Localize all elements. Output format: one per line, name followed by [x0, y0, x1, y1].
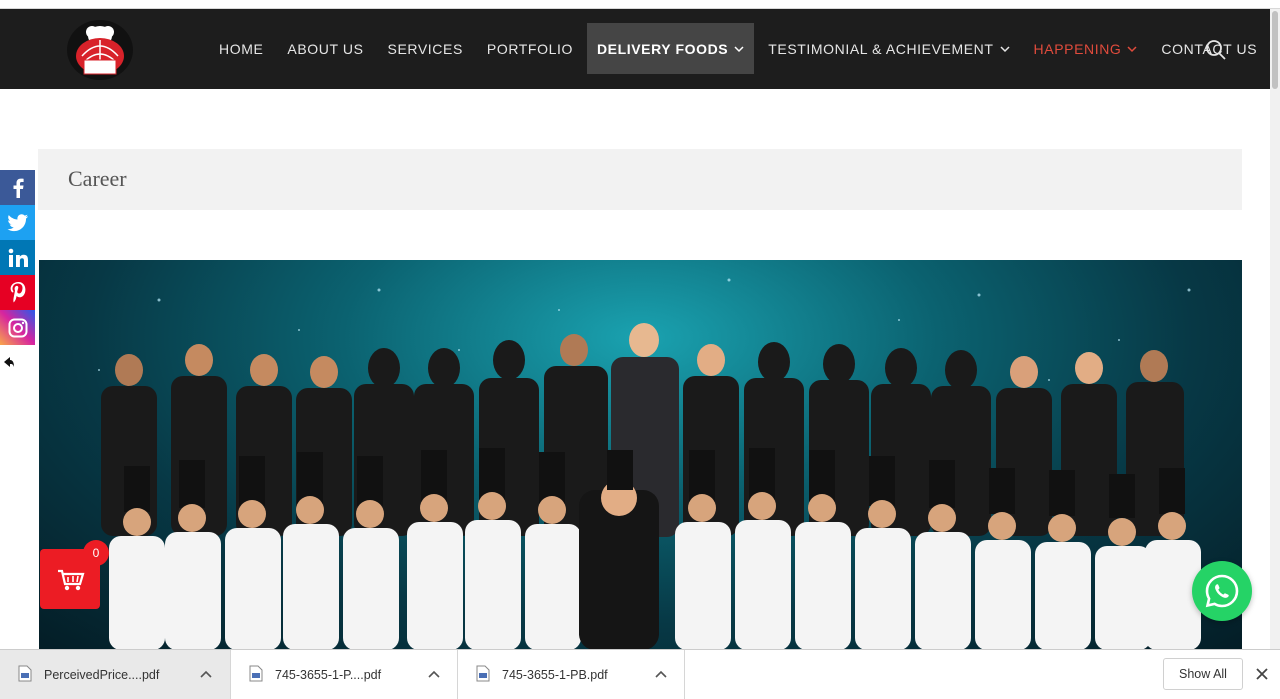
pdf-file-icon	[249, 665, 263, 682]
nav-services[interactable]: SERVICES	[378, 23, 473, 74]
big-onion-logo[interactable]	[62, 16, 138, 84]
chevron-down-icon	[734, 45, 744, 52]
nav-about-us[interactable]: ABOUT US	[277, 23, 373, 74]
search-icon[interactable]	[1204, 38, 1228, 62]
twitter-icon[interactable]	[0, 205, 35, 240]
social-share-bar	[0, 170, 35, 345]
nav-home-label: HOME	[219, 40, 264, 57]
nav-testimonial-label: TESTIMONIAL & ACHIEVEMENT	[768, 40, 994, 57]
chevron-up-icon[interactable]	[655, 669, 667, 679]
whatsapp-icon	[1205, 574, 1239, 608]
pinterest-icon[interactable]	[0, 275, 35, 310]
cart-count-badge: 0	[83, 540, 109, 566]
main-navigation: HOME ABOUT US SERVICES PORTFOLIO DELIVER…	[209, 23, 1271, 74]
facebook-icon[interactable]	[0, 170, 35, 205]
chevron-up-icon[interactable]	[428, 669, 440, 679]
nav-services-label: SERVICES	[387, 40, 463, 57]
chevron-down-icon	[1000, 45, 1010, 52]
pdf-file-icon	[476, 665, 490, 682]
team-group-photo	[39, 260, 1242, 650]
download-filename: PerceivedPrice....pdf	[44, 668, 160, 682]
nav-about-us-label: ABOUT US	[287, 40, 364, 57]
download-filename: 745-3655-1-PB.pdf	[502, 668, 608, 682]
nav-delivery-foods[interactable]: DELIVERY FOODS	[586, 23, 755, 74]
download-item[interactable]: 745-3655-1-PB.pdf	[458, 650, 685, 699]
page-title: Career	[68, 166, 127, 191]
pdf-file-icon	[18, 665, 32, 682]
page-title-bar: Career	[38, 149, 1242, 210]
site-header: HOME ABOUT US SERVICES PORTFOLIO DELIVER…	[0, 9, 1270, 89]
nav-portfolio-label: PORTFOLIO	[486, 40, 573, 57]
close-icon[interactable]	[1254, 666, 1270, 682]
nav-home[interactable]: HOME	[209, 23, 273, 74]
nav-happening[interactable]: HAPPENING	[1024, 23, 1148, 74]
instagram-icon[interactable]	[0, 310, 35, 345]
group-photo-illustration	[98, 278, 1201, 650]
browser-top-strip	[0, 0, 1280, 9]
download-item[interactable]: PerceivedPrice....pdf	[0, 650, 231, 699]
nav-portfolio[interactable]: PORTFOLIO	[477, 23, 583, 74]
nav-delivery-foods-label: DELIVERY FOODS	[596, 40, 729, 57]
download-filename: 745-3655-1-P....pdf	[275, 668, 382, 682]
scrollbar-thumb[interactable]	[1272, 11, 1278, 89]
page-scrollbar[interactable]	[1270, 9, 1280, 649]
downloads-bar: PerceivedPrice....pdf 745-3655-1-P....pd…	[0, 649, 1280, 699]
collapse-arrow-icon[interactable]	[3, 356, 15, 368]
whatsapp-chat-button[interactable]	[1192, 561, 1252, 621]
chevron-up-icon[interactable]	[200, 669, 212, 679]
download-item[interactable]: 745-3655-1-P....pdf	[231, 650, 458, 699]
show-all-downloads-button[interactable]: Show All	[1163, 658, 1243, 690]
nav-testimonial-achievement[interactable]: TESTIMONIAL & ACHIEVEMENT	[758, 23, 1019, 74]
nav-happening-label: HAPPENING	[1033, 40, 1122, 57]
chevron-down-icon	[1127, 45, 1137, 52]
linkedin-icon[interactable]	[0, 240, 35, 275]
